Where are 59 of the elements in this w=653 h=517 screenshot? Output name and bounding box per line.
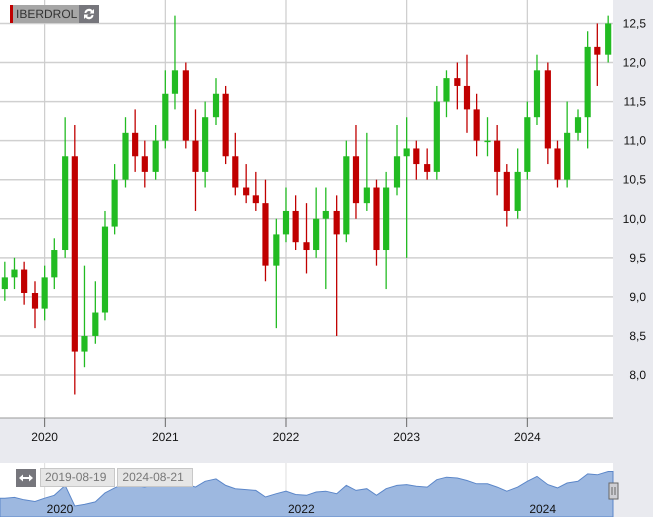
axis-label: 2023 bbox=[393, 430, 420, 444]
navigator-label: 2024 bbox=[529, 502, 556, 516]
axis-label: 10,0 bbox=[622, 212, 646, 226]
candle bbox=[142, 140, 148, 188]
candle bbox=[443, 70, 450, 118]
candle bbox=[252, 172, 259, 211]
candle bbox=[292, 195, 299, 250]
candle bbox=[32, 281, 38, 328]
axis-label: 2022 bbox=[272, 430, 300, 444]
candle bbox=[92, 281, 98, 344]
axis-label: 8,5 bbox=[629, 328, 646, 343]
candle bbox=[494, 125, 500, 196]
candle bbox=[574, 109, 582, 141]
date-field[interactable]: 2019-08-19 bbox=[40, 468, 116, 487]
candle bbox=[303, 203, 310, 274]
axis-label: 10,5 bbox=[622, 172, 646, 187]
symbol-label: IBERDROL bbox=[13, 5, 80, 23]
candle bbox=[594, 23, 600, 86]
axis-label: 9,5 bbox=[629, 250, 646, 265]
axis-label: 11,0 bbox=[624, 134, 646, 148]
axis-label: 8,0 bbox=[629, 368, 646, 382]
candle bbox=[212, 78, 220, 125]
axis-label: 11,5 bbox=[624, 94, 646, 109]
candle bbox=[554, 140, 561, 188]
axis-label: 9,0 bbox=[629, 290, 646, 304]
candle bbox=[504, 164, 510, 227]
refresh-icon[interactable] bbox=[79, 5, 100, 23]
navigator-label: 2022 bbox=[288, 502, 315, 516]
candle bbox=[413, 140, 420, 180]
candle bbox=[454, 62, 460, 110]
candle bbox=[243, 164, 250, 204]
candle bbox=[51, 238, 58, 290]
candle bbox=[534, 54, 540, 125]
candle bbox=[2, 262, 8, 301]
candle bbox=[21, 262, 28, 305]
candle bbox=[394, 125, 400, 196]
axis-label: 2024 bbox=[514, 430, 541, 444]
candle bbox=[424, 148, 430, 180]
candle bbox=[514, 148, 521, 219]
date-field[interactable]: 2024-08-21 bbox=[117, 468, 193, 487]
axis-label: 2020 bbox=[31, 430, 58, 444]
axis-label: 12,5 bbox=[622, 16, 646, 30]
range-arrows-icon[interactable] bbox=[16, 468, 36, 486]
range-handle[interactable] bbox=[608, 482, 618, 500]
candle bbox=[484, 117, 491, 156]
candle bbox=[11, 258, 18, 290]
candle bbox=[313, 188, 320, 258]
candle bbox=[232, 132, 238, 196]
candle bbox=[122, 117, 129, 188]
axis-label: 2021 bbox=[152, 430, 179, 444]
axis-label: 12,0 bbox=[622, 56, 646, 70]
candle bbox=[282, 188, 290, 242]
candle bbox=[474, 94, 480, 156]
candle bbox=[112, 164, 118, 234]
candle bbox=[152, 125, 159, 180]
navigator-label: 2020 bbox=[46, 502, 74, 516]
candle bbox=[605, 16, 612, 62]
candle bbox=[132, 109, 138, 172]
candle bbox=[42, 266, 48, 320]
